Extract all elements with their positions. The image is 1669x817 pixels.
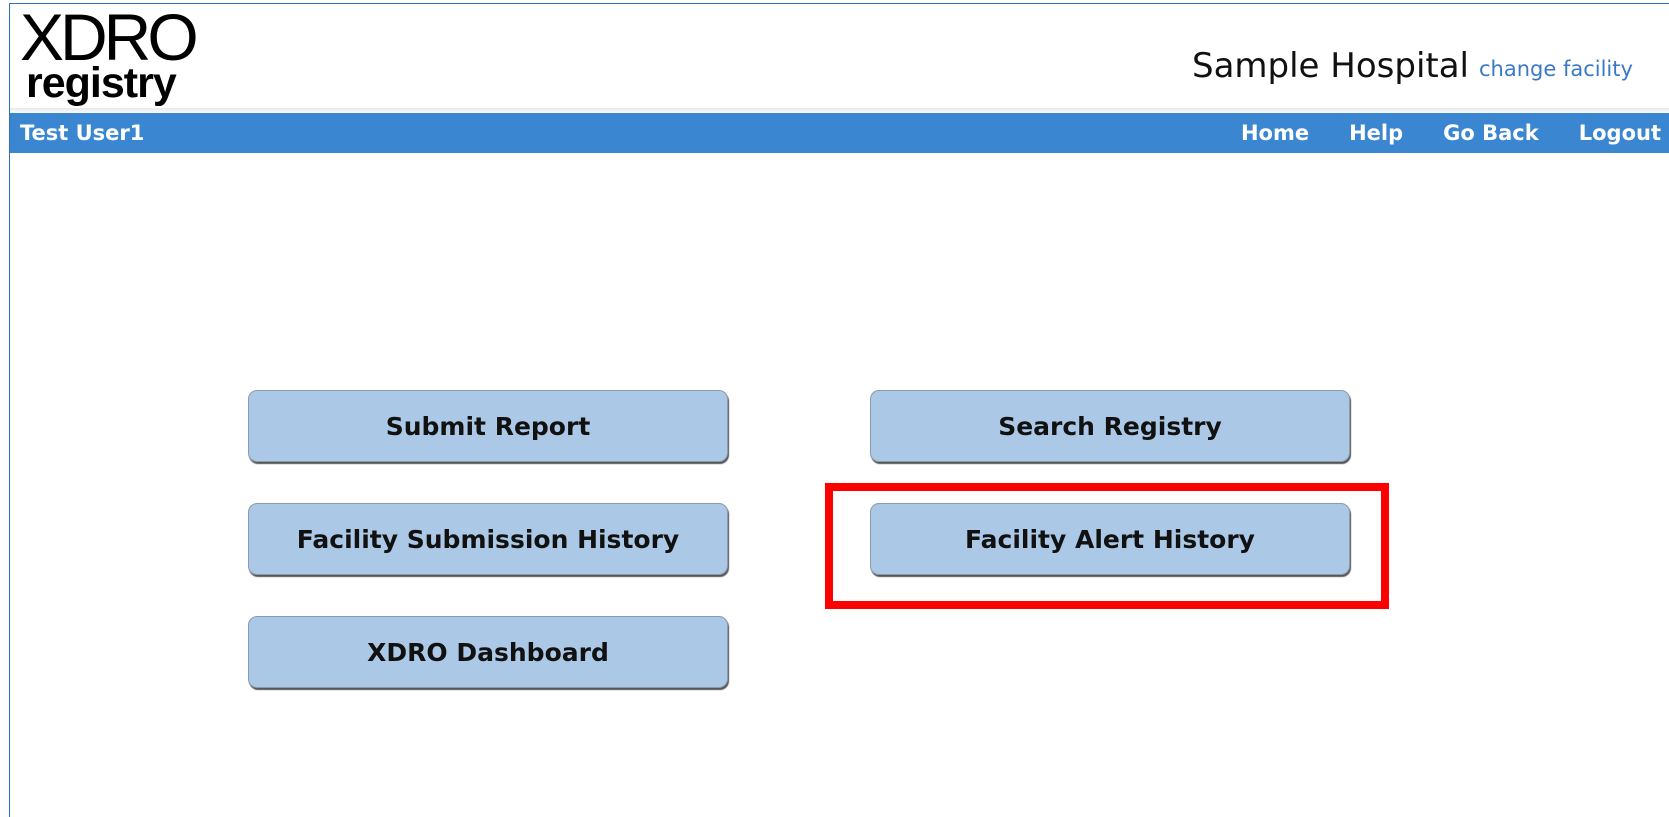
facility-submission-history-button[interactable]: Facility Submission History xyxy=(248,503,728,575)
nav-home-link[interactable]: Home xyxy=(1241,121,1309,145)
nav-links: Home Help Go Back Logout xyxy=(1241,121,1661,145)
logo-registry-text: registry xyxy=(26,59,177,107)
facility-name: Sample Hospital xyxy=(1191,46,1469,86)
change-facility-link[interactable]: change facility xyxy=(1479,57,1669,81)
search-registry-button[interactable]: Search Registry xyxy=(870,390,1350,462)
top-nav-bar: Test User1 Home Help Go Back Logout xyxy=(10,113,1669,153)
nav-go-back-link[interactable]: Go Back xyxy=(1443,121,1539,145)
xdro-registry-logo[interactable]: XDRO registry xyxy=(20,4,220,112)
submit-report-button[interactable]: Submit Report xyxy=(248,390,728,462)
xdro-dashboard-button[interactable]: XDRO Dashboard xyxy=(248,616,728,688)
user-name: Test User1 xyxy=(20,121,145,145)
nav-help-link[interactable]: Help xyxy=(1349,121,1403,145)
red-highlight-box xyxy=(825,483,1389,609)
nav-logout-link[interactable]: Logout xyxy=(1579,121,1661,145)
facility-header: Sample Hospital change facility xyxy=(1049,46,1669,86)
